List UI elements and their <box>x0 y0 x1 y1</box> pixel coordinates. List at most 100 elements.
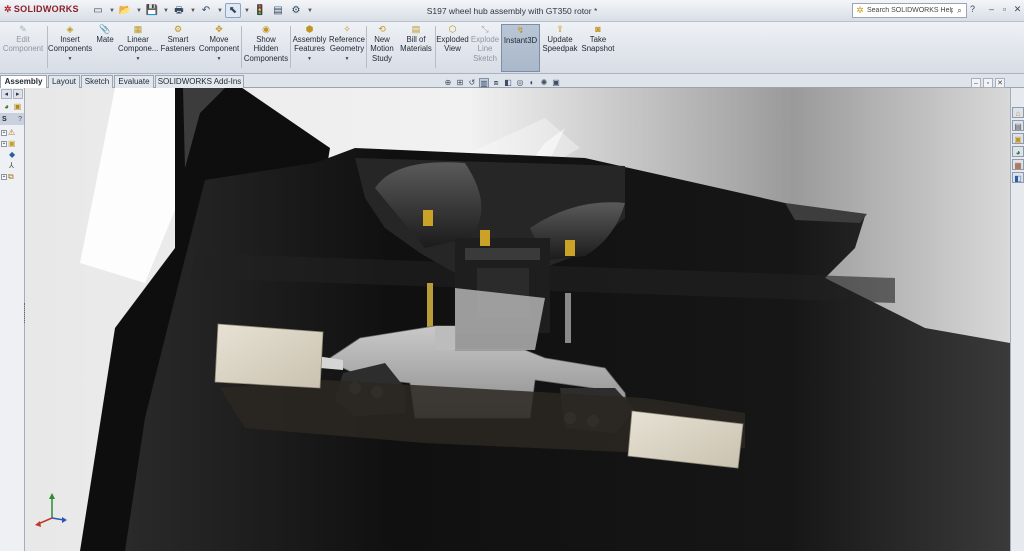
section-view-icon[interactable]: ▥ <box>479 78 489 88</box>
chevron-down-icon[interactable]: ▼ <box>108 3 115 18</box>
tab-solidworks-addins[interactable]: SOLIDWORKS Add-Ins <box>155 75 244 88</box>
exploded-view-icon: ⬡ <box>448 24 457 34</box>
speedpak-icon: ⇪ <box>556 24 564 34</box>
instant3d-button[interactable]: ↯ Instant3D <box>501 24 540 72</box>
explode-line-sketch-button[interactable]: ⤡ Explode Line Sketch <box>470 24 500 72</box>
reference-triad <box>35 493 67 527</box>
graphics-area[interactable] <box>25 88 1010 551</box>
motion-study-icon: ⟲ <box>378 24 386 34</box>
options-icon[interactable]: ⚙ <box>288 3 304 18</box>
design-library-icon[interactable]: ▣ <box>1012 133 1024 144</box>
assembly-features-button[interactable]: ⬢ Assembly Features ▼ <box>291 24 328 72</box>
task-pane-tabs: ⌂ ▤ ▣ ◕ ▦ ◧ <box>1010 88 1024 551</box>
file-explorer-icon[interactable]: ▦ <box>1012 159 1024 170</box>
view-settings-icon[interactable]: ▣ <box>551 78 561 88</box>
appearances-icon[interactable]: ◕ <box>1012 146 1024 157</box>
search-input[interactable]: Search SOLIDWORKS Help <box>867 7 953 14</box>
tree-node-sensors[interactable]: + ⚠ <box>1 127 24 138</box>
zoom-to-fit-icon[interactable]: ⊕ <box>443 78 453 88</box>
select-icon[interactable]: ⬉ <box>225 3 241 18</box>
viewport-minimize-button[interactable]: – <box>971 78 981 88</box>
chevron-down-icon[interactable]: ▼ <box>118 55 158 64</box>
edit-appearance-icon[interactable]: ◐ <box>527 78 537 88</box>
tree-node-annotations[interactable]: + ▣ <box>1 138 24 149</box>
zoom-area-icon[interactable]: ⊞ <box>455 78 465 88</box>
insert-components-icon: ◈ <box>66 24 74 34</box>
mate-button[interactable]: 📎 Mate <box>93 24 117 72</box>
title-bar: ✲ SOLIDWORKS ▭ ▼ 📂 ▼ 💾 ▼ 🖶 ▼ ↶ ▼ ⬉ ▼ 🚦 ▤ ⚙ ▼ S19… <box>0 0 1024 22</box>
chevron-down-icon[interactable]: ▼ <box>216 3 223 18</box>
view-palette-icon[interactable]: ◧ <box>1012 172 1024 183</box>
paperclip-icon: 📎 <box>99 24 111 34</box>
viewport-close-button[interactable]: ✕ <box>995 78 1005 88</box>
explode-line-icon: ⤡ <box>481 24 489 34</box>
reference-geometry-icon: ✧ <box>343 24 351 34</box>
update-speedpak-button[interactable]: ⇪ Update Speedpak <box>541 24 579 72</box>
print-icon[interactable]: 🖶 <box>171 3 187 18</box>
expand-icon[interactable]: + <box>1 129 7 136</box>
expand-icon[interactable]: + <box>1 140 7 147</box>
rebuild-icon[interactable]: 🚦 <box>252 3 268 18</box>
apply-scene-icon[interactable]: ✺ <box>539 78 549 88</box>
expand-icon[interactable]: + <box>1 173 7 180</box>
viewport-window-controls: – ▫ ✕ <box>971 78 1005 88</box>
previous-view-icon[interactable]: ↺ <box>467 78 477 88</box>
plane-icon: ◆ <box>9 150 16 159</box>
linear-component-pattern-button[interactable]: ▦ Linear Compone... ▼ <box>118 24 158 72</box>
chevron-down-icon[interactable]: ▼ <box>162 3 169 18</box>
pane-tab-icons: ◕ ▣ <box>0 100 24 113</box>
restore-button[interactable]: ▫ <box>998 2 1011 16</box>
home-icon[interactable]: ⌂ <box>1012 107 1024 118</box>
chevron-down-icon[interactable]: ▼ <box>306 3 313 18</box>
arrow-left-icon[interactable]: ◂ <box>1 89 12 99</box>
solidworks-logo[interactable]: ✲ SOLIDWORKS <box>4 4 79 15</box>
insert-components-button[interactable]: ◈ Insert Components ▼ <box>48 24 92 72</box>
annotations-icon: ▣ <box>8 139 16 148</box>
tab-layout[interactable]: Layout <box>48 75 80 88</box>
chevron-down-icon[interactable]: ▼ <box>198 55 240 64</box>
help-icon[interactable]: ? <box>18 116 22 123</box>
reference-geometry-button[interactable]: ✧ Reference Geometry ▼ <box>329 24 365 72</box>
display-manager-icon[interactable]: ▣ <box>13 102 22 111</box>
new-motion-study-button[interactable]: ⟲ New Motion Study <box>367 24 397 72</box>
tab-assembly[interactable]: Assembly <box>0 75 47 88</box>
tab-evaluate[interactable]: Evaluate <box>114 75 154 88</box>
move-component-button[interactable]: ✥ Move Component ▼ <box>198 24 240 72</box>
undo-icon[interactable]: ↶ <box>198 3 214 18</box>
chevron-down-icon[interactable]: ▼ <box>189 3 196 18</box>
tab-sketch[interactable]: Sketch <box>81 75 113 88</box>
chevron-down-icon[interactable]: ▼ <box>291 55 328 64</box>
tree-node-origin[interactable]: ⅄ <box>1 160 24 171</box>
minimize-button[interactable]: – <box>985 2 998 16</box>
smart-fasteners-button[interactable]: ⚙ Smart Fasteners <box>159 24 197 72</box>
view-orientation-icon[interactable]: ⧈ <box>491 78 501 88</box>
file-properties-icon[interactable]: ▤ <box>270 3 286 18</box>
edit-component-button[interactable]: ✎ Edit Component <box>0 24 46 72</box>
search-help-box[interactable]: ✲ Search SOLIDWORKS Help ⌕ <box>852 3 967 18</box>
arrow-right-icon[interactable]: ▸ <box>12 89 23 99</box>
resources-icon[interactable]: ▤ <box>1012 120 1024 131</box>
help-icon[interactable]: ? <box>970 4 975 14</box>
chevron-down-icon[interactable]: ▼ <box>135 3 142 18</box>
show-hidden-components-button[interactable]: ◉ Show Hidden Components <box>243 24 289 72</box>
bill-of-materials-button[interactable]: ▤ Bill of Materials <box>398 24 434 72</box>
hide-show-icon[interactable]: ◎ <box>515 78 525 88</box>
take-snapshot-button[interactable]: ◙ Take Snapshot <box>580 24 616 72</box>
appearance-icon[interactable]: ◕ <box>2 102 11 111</box>
open-document-icon[interactable]: 📂 <box>117 3 133 18</box>
tree-node-component[interactable]: + ⧉ <box>1 171 24 182</box>
save-icon[interactable]: 💾 <box>144 3 160 18</box>
new-document-icon[interactable]: ▭ <box>90 3 106 18</box>
close-button[interactable]: ✕ <box>1011 2 1024 16</box>
tree-node-front-plane[interactable]: ◆ <box>1 149 24 160</box>
display-style-icon[interactable]: ◧ <box>503 78 513 88</box>
window-controls: – ▫ ✕ <box>985 2 1024 16</box>
camera-icon: ◙ <box>595 24 601 34</box>
chevron-down-icon[interactable]: ▼ <box>48 55 92 64</box>
exploded-view-button[interactable]: ⬡ Exploded View <box>436 24 469 72</box>
search-icon[interactable]: ⌕ <box>953 6 966 16</box>
viewport-restore-button[interactable]: ▫ <box>983 78 993 88</box>
command-manager: ✎ Edit Component ◈ Insert Components ▼ 📎 Mat… <box>0 22 1024 74</box>
chevron-down-icon[interactable]: ▼ <box>243 3 250 18</box>
chevron-down-icon[interactable]: ▼ <box>329 55 365 64</box>
